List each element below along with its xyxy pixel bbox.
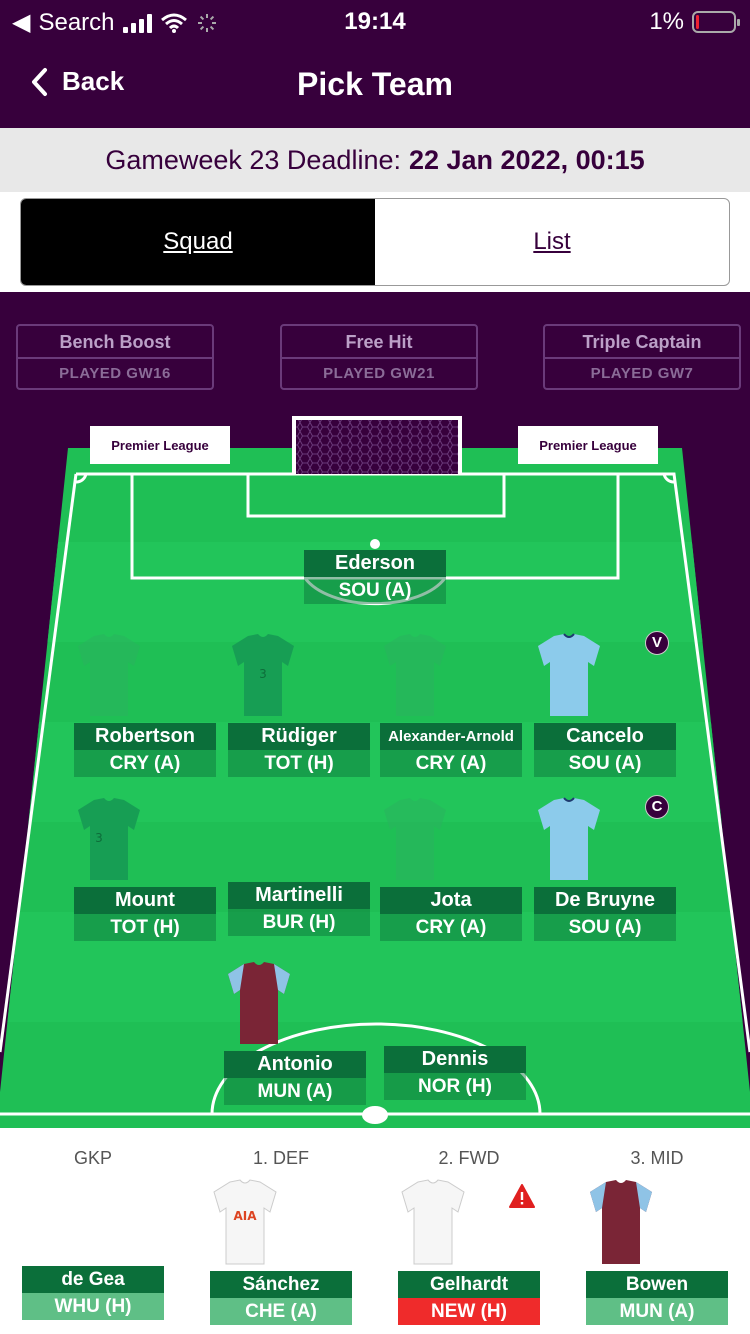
shirt-icon <box>538 633 600 716</box>
status-right: 1% <box>649 8 740 36</box>
tab-squad[interactable]: Squad <box>21 199 375 285</box>
chip-triple-captain[interactable]: Triple Captain PLAYED GW7 <box>543 324 741 390</box>
player-rudiger[interactable]: 3 Rüdiger TOT (H) <box>228 632 370 777</box>
player-fixture: MUN (A) <box>224 1078 366 1105</box>
player-fixture: BUR (H) <box>228 909 370 936</box>
premier-league-board-right: Premier League <box>518 426 658 464</box>
player-fixture: SOU (A) <box>534 914 676 941</box>
player-dennis[interactable]: Dennis NOR (H) <box>384 960 526 1100</box>
bench-position: GKP <box>73 1148 112 1168</box>
shirt-placeholder <box>58 1178 128 1266</box>
status-bar: ◀ Search 19:14 1% <box>0 0 750 42</box>
deadline-label: Gameweek 23 Deadline: <box>105 145 401 175</box>
player-fixture: CRY (A) <box>74 750 216 777</box>
shirt-icon: AIA <box>213 1179 277 1265</box>
nav-bar: Back Pick Team <box>0 42 750 128</box>
player-name: Ederson <box>304 550 446 577</box>
bench-player-gelhardt[interactable]: 2. FWD Gelhardt NEW (H) <box>398 1128 540 1325</box>
deadline-banner: Gameweek 23 Deadline: 22 Jan 2022, 00:15 <box>0 128 750 192</box>
player-name: Antonio <box>224 1051 366 1078</box>
battery-icon <box>692 11 740 33</box>
player-fixture: CRY (A) <box>380 750 522 777</box>
player-name: Cancelo <box>534 723 676 750</box>
player-name: Gelhardt <box>398 1271 540 1298</box>
vice-captain-badge: V <box>645 631 669 655</box>
bench-position: 3. MID <box>630 1148 684 1168</box>
svg-text:3: 3 <box>259 667 267 681</box>
player-name: de Gea <box>22 1266 164 1293</box>
shirt-icon: 3 <box>232 634 294 716</box>
shirt-icon <box>228 962 290 1044</box>
bench-position: 2. FWD <box>438 1148 500 1168</box>
deadline-value: 22 Jan 2022, 00:15 <box>408 145 645 175</box>
bench-player-sanchez[interactable]: 1. DEF AIA Sánchez CHE (A) <box>210 1128 352 1325</box>
premier-league-board-text: Premier League <box>111 437 209 453</box>
player-robertson[interactable]: Robertson CRY (A) <box>74 632 216 777</box>
shirt-icon <box>590 1180 652 1264</box>
clock: 19:14 <box>344 8 406 35</box>
chip-bench-boost[interactable]: Bench Boost PLAYED GW16 <box>16 324 214 390</box>
player-martinelli[interactable]: Martinelli BUR (H) <box>228 796 370 936</box>
bench-position: 1. DEF <box>252 1148 309 1168</box>
player-ederson[interactable]: Ederson SOU (A) <box>304 550 446 604</box>
tab-list[interactable]: List <box>375 199 729 285</box>
player-fixture: SOU (A) <box>304 577 446 604</box>
player-name: Alexander-Arnold <box>380 723 522 750</box>
player-fixture: TOT (H) <box>74 914 216 941</box>
player-fixture: WHU (H) <box>22 1293 164 1320</box>
premier-league-board-left: Premier League <box>90 426 230 464</box>
bench: GKP de Gea WHU (H) 1. DEF AIA Sánchez CH… <box>0 1128 750 1334</box>
player-fixture: NEW (H) <box>398 1298 540 1325</box>
player-fixture: CRY (A) <box>380 914 522 941</box>
player-mount[interactable]: 3 Mount TOT (H) <box>74 796 216 941</box>
chip-status: PLAYED GW7 <box>590 365 694 382</box>
player-name: Jota <box>380 887 522 914</box>
player-name: Sánchez <box>210 1271 352 1298</box>
player-fixture: MUN (A) <box>586 1298 728 1325</box>
premier-league-board-text: Premier League <box>539 437 637 453</box>
shirt-icon <box>78 634 140 716</box>
player-antonio[interactable]: Antonio MUN (A) <box>224 960 366 1105</box>
chip-status: PLAYED GW16 <box>59 365 171 382</box>
player-name: Rüdiger <box>228 723 370 750</box>
player-name: De Bruyne <box>534 887 676 914</box>
page-title: Pick Team <box>297 66 453 102</box>
player-name: Bowen <box>586 1271 728 1298</box>
player-fixture: SOU (A) <box>534 750 676 777</box>
shirt-icon: 3 <box>78 798 140 880</box>
player-name: Martinelli <box>228 882 370 909</box>
chip-status: PLAYED GW21 <box>323 365 435 382</box>
chip-name: Free Hit <box>282 326 476 359</box>
chip-name: Bench Boost <box>18 326 212 359</box>
player-fixture: NOR (H) <box>384 1073 526 1100</box>
player-fixture: TOT (H) <box>228 750 370 777</box>
player-jota[interactable]: Jota CRY (A) <box>380 796 522 941</box>
chip-free-hit[interactable]: Free Hit PLAYED GW21 <box>280 324 478 390</box>
shirt-icon <box>384 798 446 880</box>
shirt-icon <box>384 634 446 716</box>
shirt-placeholder <box>264 796 334 882</box>
shirt-icon <box>538 797 600 880</box>
view-toggle: Squad List <box>20 198 730 286</box>
shirt-icon <box>401 1179 465 1265</box>
warning-icon[interactable] <box>509 1184 535 1208</box>
player-name: Mount <box>74 887 216 914</box>
player-alexander-arnold[interactable]: Alexander-Arnold CRY (A) <box>380 632 522 777</box>
bench-player-de-gea[interactable]: GKP de Gea WHU (H) <box>22 1128 164 1320</box>
battery-percentage: 1% <box>649 8 684 35</box>
chip-name: Triple Captain <box>545 326 739 359</box>
shirt-placeholder <box>420 960 490 1046</box>
captain-badge: C <box>645 795 669 819</box>
player-fixture: CHE (A) <box>210 1298 352 1325</box>
svg-text:3: 3 <box>95 831 103 845</box>
player-name: Dennis <box>384 1046 526 1073</box>
player-name: Robertson <box>74 723 216 750</box>
bench-player-bowen[interactable]: 3. MID Bowen MUN (A) <box>586 1128 728 1325</box>
pitch-area: Bench Boost PLAYED GW16 Free Hit PLAYED … <box>0 292 750 1128</box>
svg-text:AIA: AIA <box>233 1209 257 1223</box>
